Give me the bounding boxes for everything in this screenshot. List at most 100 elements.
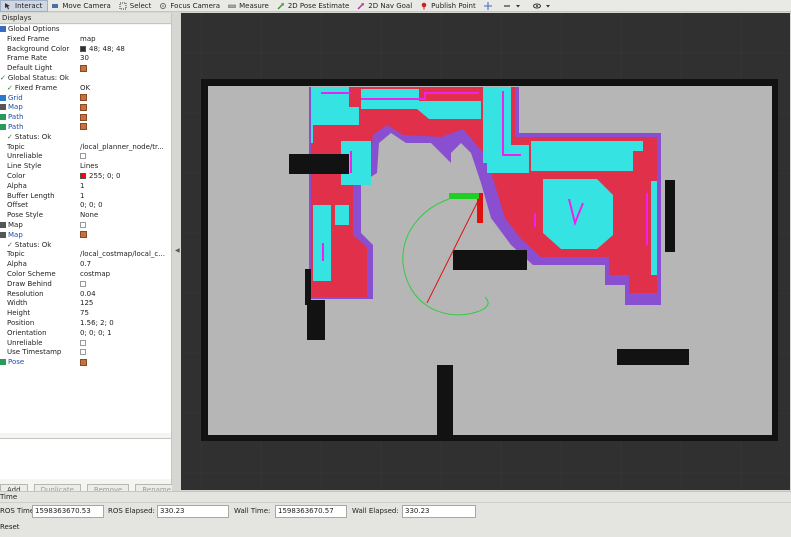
tool-measure[interactable]: Measure bbox=[225, 0, 274, 12]
display-row[interactable]: Draw Behind bbox=[0, 280, 171, 290]
display-row-value[interactable] bbox=[80, 103, 170, 113]
render-view[interactable] bbox=[181, 13, 790, 490]
display-row[interactable]: Map bbox=[0, 221, 171, 231]
tool-2d-pose-estimate[interactable]: 2D Pose Estimate bbox=[274, 0, 354, 12]
checkbox-unchecked[interactable] bbox=[80, 280, 86, 287]
checkbox-unchecked[interactable] bbox=[80, 153, 86, 160]
display-row-value[interactable] bbox=[80, 221, 170, 231]
display-row-value[interactable]: None bbox=[80, 211, 170, 221]
tool-interact[interactable]: Interact bbox=[0, 0, 49, 12]
checkbox-checked[interactable] bbox=[80, 103, 87, 111]
displays-tree[interactable]: Global Options Fixed Frame map Background C… bbox=[0, 25, 171, 433]
display-row-value[interactable]: 1 bbox=[80, 182, 170, 192]
display-row[interactable]: Orientation 0; 0; 0; 1 bbox=[0, 329, 171, 339]
display-row-value[interactable] bbox=[80, 339, 170, 349]
display-row[interactable]: ✓ Status: Ok bbox=[0, 133, 171, 143]
display-row-value[interactable]: 0.04 bbox=[80, 290, 170, 300]
display-row[interactable]: Map bbox=[0, 231, 171, 241]
display-row[interactable]: Map bbox=[0, 103, 171, 113]
display-row-value[interactable]: 75 bbox=[80, 309, 170, 319]
display-row-value[interactable]: Lines bbox=[80, 162, 170, 172]
wall-elapsed-field[interactable]: 330.23 bbox=[402, 505, 476, 518]
checkbox-unchecked[interactable] bbox=[80, 339, 86, 346]
display-row[interactable]: Unreliable bbox=[0, 339, 171, 349]
display-row-value[interactable]: 255; 0; 0 bbox=[80, 172, 170, 182]
collapse-left-icon[interactable]: ◀ bbox=[175, 247, 180, 254]
tool-move-dropdown[interactable] bbox=[481, 0, 500, 12]
display-row-value[interactable]: 0.7 bbox=[80, 260, 170, 270]
display-row[interactable]: Topic/local_planner_node/tr... bbox=[0, 143, 171, 153]
display-row[interactable]: Color Scheme costmap bbox=[0, 270, 171, 280]
display-row-value[interactable] bbox=[80, 152, 170, 162]
tool-focus-camera[interactable]: Focus Camera bbox=[156, 0, 225, 12]
display-row-value[interactable]: 1.56; 2; 0 bbox=[80, 319, 170, 329]
display-row[interactable]: Alpha 0.7 bbox=[0, 260, 171, 270]
display-row-value[interactable] bbox=[80, 64, 170, 74]
display-row-key: Default Light bbox=[7, 64, 78, 74]
checkbox-checked[interactable] bbox=[80, 64, 87, 72]
display-row[interactable]: Offset 0; 0; 0 bbox=[0, 201, 171, 211]
display-row[interactable]: Use Timestamp bbox=[0, 348, 171, 358]
display-row[interactable]: Topic/local_costmap/local_c... bbox=[0, 250, 171, 260]
display-row-value[interactable]: 30 bbox=[80, 54, 170, 64]
tool-move-camera[interactable]: Move Camera bbox=[48, 0, 115, 12]
display-row-value[interactable] bbox=[80, 348, 170, 358]
display-row[interactable]: Unreliable bbox=[0, 152, 171, 162]
display-row-value[interactable]: 0; 0; 0 bbox=[80, 201, 170, 211]
checkbox-checked[interactable] bbox=[80, 231, 87, 239]
display-row-value[interactable] bbox=[80, 123, 170, 133]
display-row[interactable]: Fixed Frame map bbox=[0, 35, 171, 45]
display-row[interactable]: ✓ Global Status: Ok bbox=[0, 74, 171, 84]
display-row-value[interactable]: 125 bbox=[80, 299, 170, 309]
display-row[interactable]: Buffer Length 1 bbox=[0, 192, 171, 202]
display-row[interactable]: Resolution 0.04 bbox=[0, 290, 171, 300]
display-row-value[interactable]: /local_planner_node/tr... bbox=[80, 143, 170, 153]
checkbox-unchecked[interactable] bbox=[80, 349, 86, 356]
display-row[interactable]: Line Style Lines bbox=[0, 162, 171, 172]
tool-camera-dropdown[interactable] bbox=[530, 0, 560, 12]
checkbox-checked[interactable] bbox=[80, 94, 87, 102]
display-row[interactable]: Path bbox=[0, 123, 171, 133]
display-row[interactable]: Grid bbox=[0, 94, 171, 104]
checkbox-unchecked[interactable] bbox=[80, 221, 86, 228]
tool-2d-nav-goal[interactable]: 2D Nav Goal bbox=[354, 0, 417, 12]
display-row[interactable]: Height 75 bbox=[0, 309, 171, 319]
wall-time-field[interactable]: 1598363670.57 bbox=[275, 505, 347, 518]
display-row[interactable]: ✓ Fixed Frame OK bbox=[0, 84, 171, 94]
panel-splitter[interactable]: ◀ bbox=[172, 13, 181, 491]
display-row-value[interactable]: costmap bbox=[80, 270, 170, 280]
checkbox-checked[interactable] bbox=[80, 113, 87, 121]
tool-publish-point[interactable]: Publish Point bbox=[417, 0, 481, 12]
display-row-value[interactable]: 48; 48; 48 bbox=[80, 45, 170, 55]
tool-remove-dropdown[interactable] bbox=[500, 0, 530, 12]
display-row[interactable]: Pose bbox=[0, 358, 171, 368]
display-row-value[interactable] bbox=[80, 231, 170, 241]
display-row[interactable]: Background Color 48; 48; 48 bbox=[0, 45, 171, 55]
display-row-value[interactable]: 0; 0; 0; 1 bbox=[80, 329, 170, 339]
checkbox-checked[interactable] bbox=[80, 358, 87, 366]
display-row-value[interactable] bbox=[80, 113, 170, 123]
display-row-value[interactable] bbox=[80, 94, 170, 104]
display-row-value[interactable] bbox=[80, 280, 170, 290]
display-row-key: Use Timestamp bbox=[7, 348, 78, 358]
display-row-value[interactable]: OK bbox=[80, 84, 170, 94]
ros-time-field[interactable]: 1598363670.53 bbox=[32, 505, 104, 518]
display-row-value[interactable] bbox=[80, 358, 170, 368]
display-row[interactable]: Width 125 bbox=[0, 299, 171, 309]
reset-button[interactable]: Reset bbox=[0, 523, 20, 531]
display-row[interactable]: Position 1.56; 2; 0 bbox=[0, 319, 171, 329]
checkbox-checked[interactable] bbox=[80, 123, 87, 131]
display-row[interactable]: Color 255; 0; 0 bbox=[0, 172, 171, 182]
ros-elapsed-field[interactable]: 330.23 bbox=[157, 505, 229, 518]
display-row-value[interactable]: 1 bbox=[80, 192, 170, 202]
display-row[interactable]: ✓ Status: Ok bbox=[0, 241, 171, 251]
display-row[interactable]: Frame Rate 30 bbox=[0, 54, 171, 64]
display-row[interactable]: Path bbox=[0, 113, 171, 123]
display-row[interactable]: Pose Style None bbox=[0, 211, 171, 221]
display-row[interactable]: Alpha 1 bbox=[0, 182, 171, 192]
display-row[interactable]: Default Light bbox=[0, 64, 171, 74]
display-row[interactable]: Global Options bbox=[0, 25, 171, 35]
display-row-value[interactable]: map bbox=[80, 35, 170, 45]
tool-select[interactable]: Select bbox=[116, 0, 157, 12]
display-row-value[interactable]: /local_costmap/local_c... bbox=[80, 250, 170, 260]
